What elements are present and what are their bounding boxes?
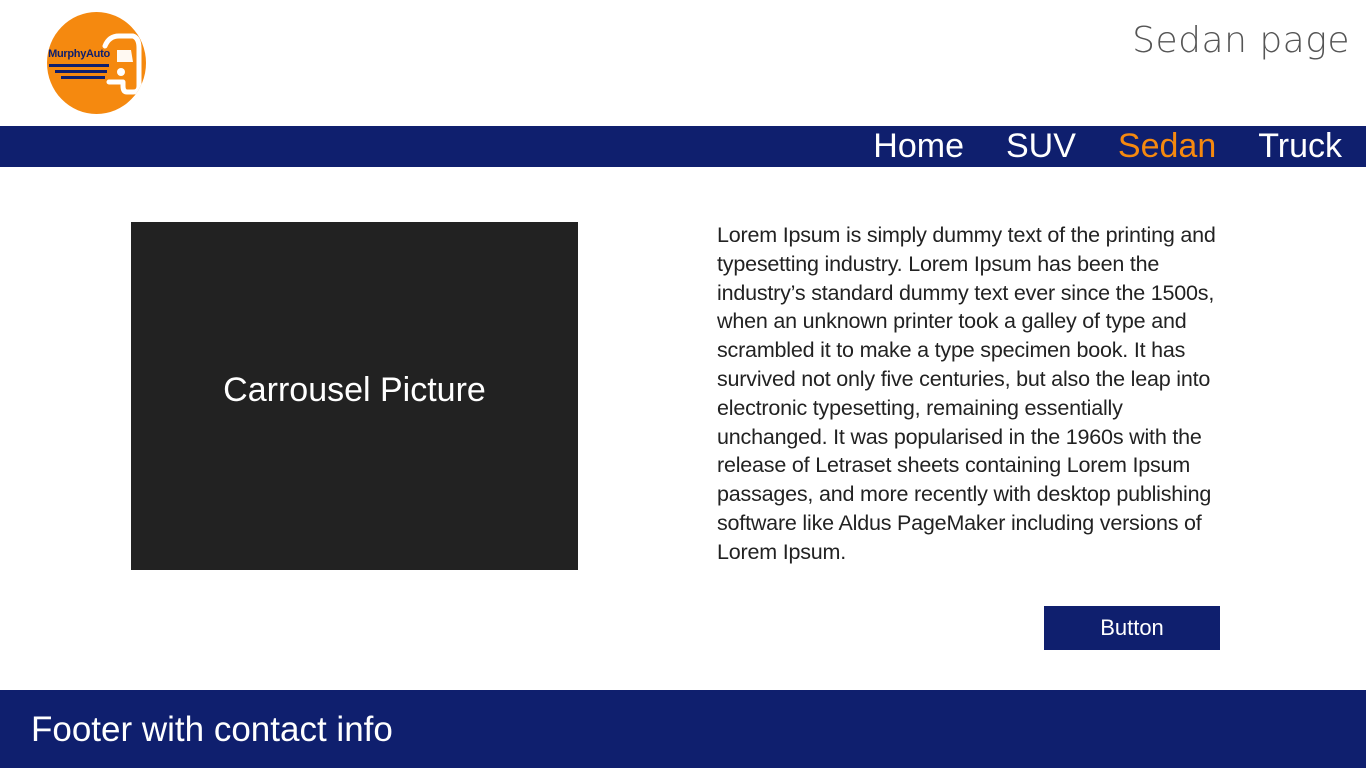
carousel-label: Carrousel Picture bbox=[223, 370, 486, 409]
nav-item-suv[interactable]: SUV bbox=[1006, 126, 1076, 167]
nav-bar: Home SUV Sedan Truck bbox=[0, 126, 1366, 167]
body-text: Lorem Ipsum is simply dummy text of the … bbox=[717, 223, 1216, 564]
car-front-icon bbox=[49, 33, 142, 95]
logo-text: MurphyAuto bbox=[48, 48, 110, 60]
page-title: Sedan page bbox=[1132, 20, 1350, 61]
primary-button[interactable]: Button bbox=[1044, 606, 1220, 650]
nav-item-sedan[interactable]: Sedan bbox=[1118, 126, 1216, 167]
nav-item-truck[interactable]: Truck bbox=[1258, 126, 1342, 167]
footer: Footer with contact info bbox=[0, 690, 1366, 768]
nav-item-home[interactable]: Home bbox=[873, 126, 964, 167]
carousel[interactable]: Carrousel Picture bbox=[131, 222, 578, 570]
nav-items: Home SUV Sedan Truck bbox=[873, 126, 1342, 167]
footer-contact-text: Footer with contact info bbox=[31, 710, 393, 749]
logo[interactable]: MurphyAuto bbox=[47, 12, 146, 114]
